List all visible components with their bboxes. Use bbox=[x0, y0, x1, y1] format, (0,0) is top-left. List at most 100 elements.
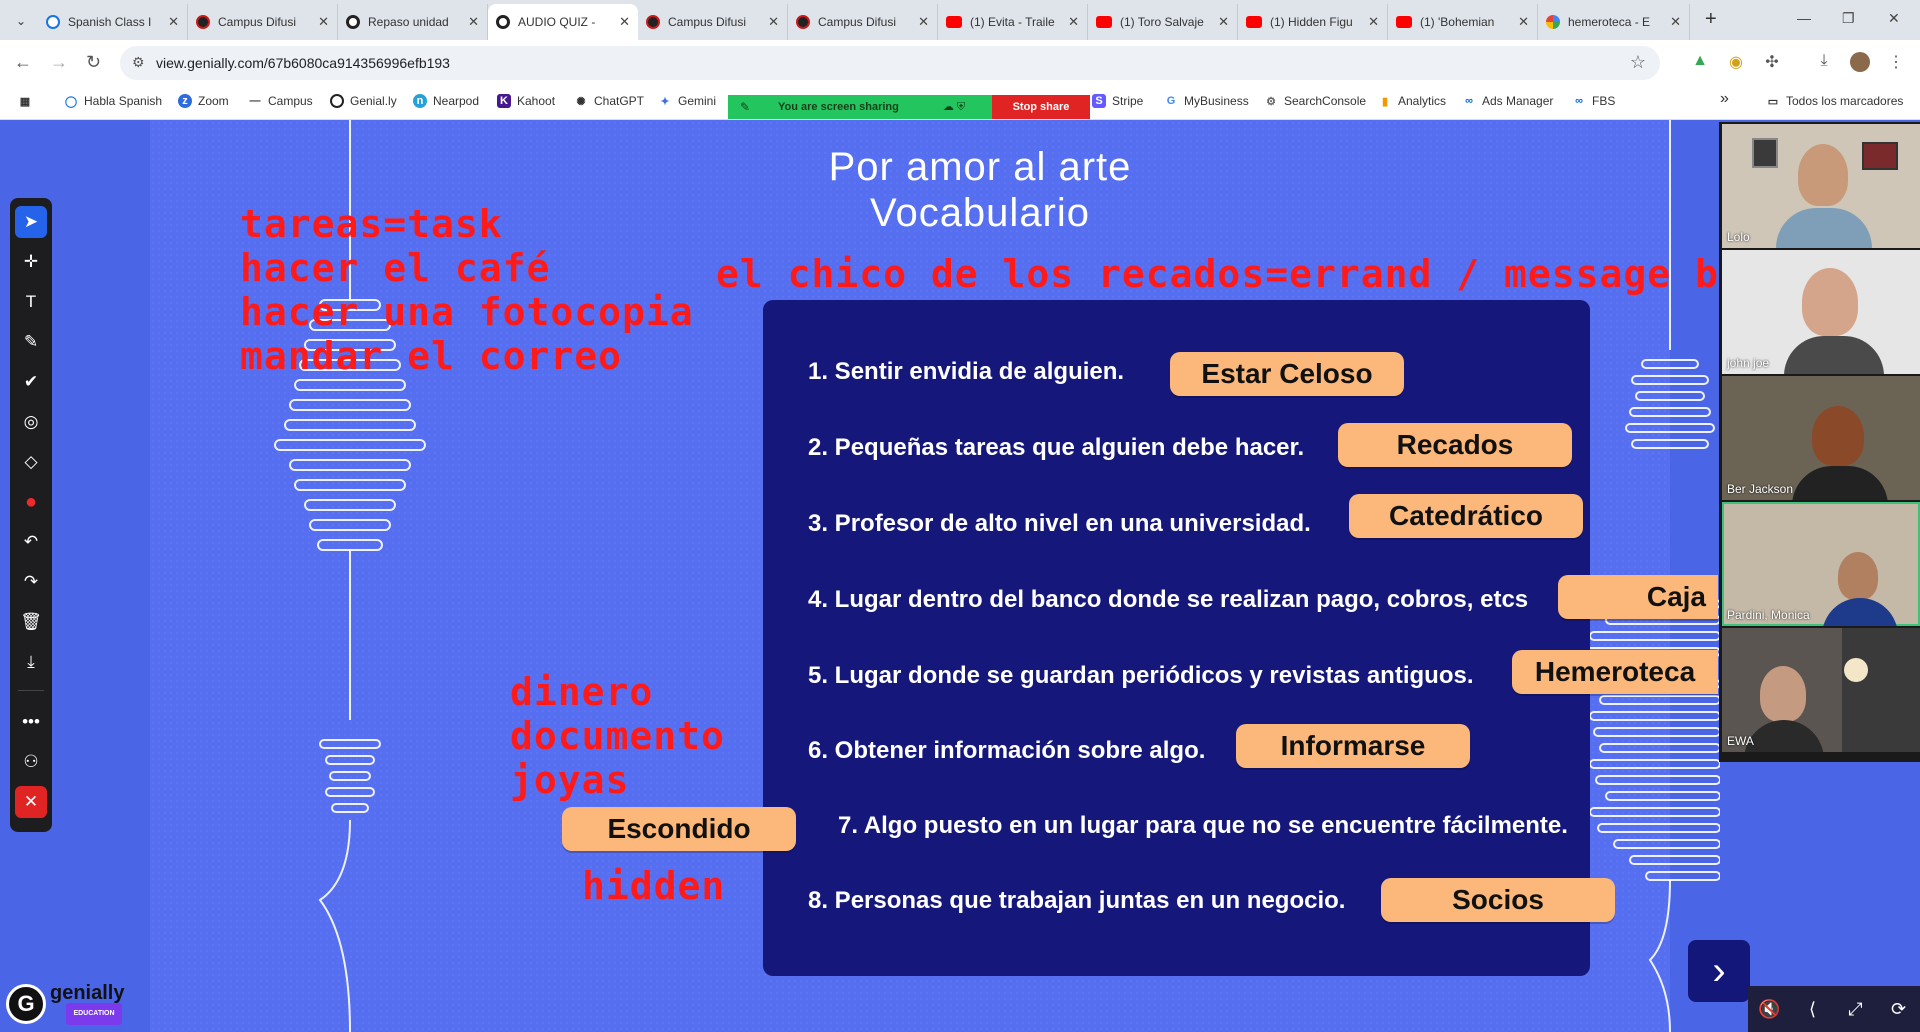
google-drive-icon[interactable]: ▲ bbox=[1690, 52, 1710, 72]
mute-audio-icon[interactable]: 🔇 bbox=[1755, 999, 1785, 1020]
tab-close-icon[interactable]: ✕ bbox=[468, 14, 479, 30]
answer-chip-catedratico[interactable]: Catedrático bbox=[1349, 494, 1583, 538]
bookmark-item[interactable]: G MyBusiness bbox=[1164, 94, 1249, 108]
bookmarks-overflow-chevron-icon[interactable]: » bbox=[1720, 90, 1729, 108]
answer-chip-socios[interactable]: Socios bbox=[1381, 878, 1615, 922]
bookmark-item[interactable]: ∞ Ads Manager bbox=[1462, 94, 1553, 108]
tab-close-icon[interactable]: ✕ bbox=[1368, 14, 1379, 30]
url-text[interactable]: view.genially.com/67b6080ca914356996efb1… bbox=[156, 55, 450, 71]
reload-icon[interactable]: ↻ bbox=[86, 52, 101, 73]
apps-grid-icon[interactable]: ▦ bbox=[18, 94, 38, 108]
close-window-icon[interactable]: ✕ bbox=[1888, 10, 1900, 27]
bookmark-item[interactable]: z Zoom bbox=[178, 94, 229, 108]
tab-close-icon[interactable]: ✕ bbox=[1518, 14, 1529, 30]
bookmark-item[interactable]: — Campus bbox=[248, 94, 313, 108]
answer-chip-recados[interactable]: Recados bbox=[1338, 423, 1572, 467]
pointer-tool-icon[interactable]: ➤ bbox=[15, 206, 47, 238]
drag-handle-icon[interactable]: ✎ bbox=[740, 100, 750, 114]
download-icon[interactable]: ⤓ bbox=[15, 646, 47, 678]
bookmark-item[interactable]: K Kahoot bbox=[497, 94, 555, 108]
tab-close-icon[interactable]: ✕ bbox=[918, 14, 929, 30]
presentation-controls: 🔇 ⟨ ⤢ ⟳ bbox=[1748, 986, 1920, 1032]
participant-body bbox=[1744, 720, 1824, 752]
all-bookmarks-folder[interactable]: ▭ Todos los marcadores bbox=[1766, 94, 1904, 108]
back-arrow-icon[interactable]: ← bbox=[14, 52, 32, 73]
text-tool-icon[interactable]: T bbox=[15, 286, 47, 318]
browser-menu-icon[interactable]: ⋮ bbox=[1886, 52, 1906, 72]
tab-close-icon[interactable]: ✕ bbox=[1670, 14, 1681, 30]
bookmark-item[interactable]: ▮ Analytics bbox=[1378, 94, 1446, 108]
more-options-icon[interactable]: ••• bbox=[15, 706, 47, 738]
answer-chip-informarse[interactable]: Informarse bbox=[1236, 724, 1470, 768]
participant-body bbox=[1784, 336, 1884, 374]
tab-item[interactable]: (1) 'Bohemian ✕ bbox=[1388, 4, 1538, 40]
tab-item-active[interactable]: AUDIO QUIZ - ✕ bbox=[488, 4, 638, 40]
answer-chip-hemeroteca[interactable]: Hemeroteca bbox=[1512, 650, 1718, 694]
next-slide-button[interactable]: › bbox=[1688, 940, 1750, 1002]
participant-tile[interactable]: Ber Jackson bbox=[1722, 376, 1920, 500]
tab-item[interactable]: Campus Difusi ✕ bbox=[638, 4, 788, 40]
answer-chip-estar-celoso[interactable]: Estar Celoso bbox=[1170, 352, 1404, 396]
downloads-icon[interactable]: ⤓ bbox=[1814, 52, 1834, 72]
answer-chip-caja[interactable]: Caja bbox=[1558, 575, 1718, 619]
eraser-tool-icon[interactable]: ◇ bbox=[15, 446, 47, 478]
user-settings-icon[interactable]: ⚇ bbox=[15, 746, 47, 778]
fullscreen-icon[interactable]: ⤢ bbox=[1841, 999, 1871, 1020]
tab-close-icon[interactable]: ✕ bbox=[168, 14, 179, 30]
apps-grid-icon: ▦ bbox=[19, 95, 31, 108]
refresh-icon[interactable]: ⟳ bbox=[1884, 999, 1914, 1020]
question-6: 6. Obtener información sobre algo. bbox=[808, 737, 1206, 764]
tab-close-icon[interactable]: ✕ bbox=[619, 14, 630, 30]
undo-icon[interactable]: ↶ bbox=[15, 526, 47, 558]
tab-item[interactable]: Campus Difusi ✕ bbox=[788, 4, 938, 40]
tab-close-icon[interactable]: ✕ bbox=[1218, 14, 1229, 30]
color-picker-icon[interactable]: ● bbox=[15, 486, 47, 518]
forward-arrow-icon[interactable]: → bbox=[50, 52, 68, 73]
spotlight-tool-icon[interactable]: ◎ bbox=[15, 406, 47, 438]
close-toolbar-icon[interactable]: ✕ bbox=[15, 786, 47, 818]
bookmark-item[interactable]: ✦ Gemini bbox=[658, 94, 716, 108]
url-bar[interactable]: ⚙ view.genially.com/67b6080ca914356996ef… bbox=[120, 46, 1660, 80]
tab-item[interactable]: Campus Difusi ✕ bbox=[188, 4, 338, 40]
tab-close-icon[interactable]: ✕ bbox=[768, 14, 779, 30]
tab-item[interactable]: hemeroteca - E ✕ bbox=[1538, 4, 1690, 40]
extensions-puzzle-icon[interactable]: ✣ bbox=[1762, 52, 1782, 72]
share-icon[interactable]: ⟨ bbox=[1798, 999, 1828, 1020]
participant-tile[interactable]: EWA bbox=[1722, 628, 1920, 752]
tab-search-chevron-icon[interactable]: ⌄ bbox=[8, 8, 34, 34]
tab-close-icon[interactable]: ✕ bbox=[318, 14, 329, 30]
bookmark-item[interactable]: n Nearpod bbox=[413, 94, 479, 108]
tab-label: Spanish Class I bbox=[68, 15, 152, 29]
site-info-icon[interactable]: ⚙ bbox=[132, 54, 145, 71]
redo-icon[interactable]: ↷ bbox=[15, 566, 47, 598]
trash-icon[interactable]: 🗑 bbox=[15, 606, 47, 638]
bookmark-star-icon[interactable]: ☆ bbox=[1630, 52, 1646, 73]
stop-share-button[interactable]: Stop share bbox=[992, 95, 1090, 119]
participant-tile[interactable]: john joe bbox=[1722, 250, 1920, 374]
tab-item[interactable]: Repaso unidad ✕ bbox=[338, 4, 488, 40]
genially-logo[interactable]: G genially EDUCATION bbox=[6, 982, 124, 1026]
move-tool-icon[interactable]: ✛ bbox=[15, 246, 47, 278]
answer-chip-escondido[interactable]: Escondido bbox=[562, 807, 796, 851]
minimize-window-icon[interactable]: — bbox=[1797, 10, 1811, 26]
tab-item[interactable]: (1) Hidden Figu ✕ bbox=[1238, 4, 1388, 40]
participant-tile-speaking[interactable]: Pardini, Monica bbox=[1722, 502, 1920, 626]
checkmark-tool-icon[interactable]: ✔ bbox=[15, 366, 47, 398]
new-tab-plus-icon[interactable]: + bbox=[1705, 8, 1717, 31]
bookmark-item[interactable]: S Stripe bbox=[1092, 94, 1143, 108]
pen-tool-icon[interactable]: ✎ bbox=[15, 326, 47, 358]
tab-item[interactable]: (1) Toro Salvaje ✕ bbox=[1088, 4, 1238, 40]
tab-close-icon[interactable]: ✕ bbox=[1068, 14, 1079, 30]
extension-shield-icon[interactable]: ◉ bbox=[1726, 52, 1746, 72]
profile-avatar-icon[interactable] bbox=[1850, 52, 1870, 72]
restore-window-icon[interactable]: ❐ bbox=[1842, 10, 1855, 27]
tab-item[interactable]: Spanish Class I ✕ bbox=[38, 4, 188, 40]
bookmark-item[interactable]: ✺ ChatGPT bbox=[574, 94, 644, 108]
bookmark-item[interactable]: ∞ FBS bbox=[1572, 94, 1615, 108]
participant-tile[interactable]: Lolo bbox=[1722, 124, 1920, 248]
bookmark-item[interactable]: ⚙ SearchConsole bbox=[1264, 94, 1366, 108]
tab-label: (1) Hidden Figu bbox=[1270, 15, 1353, 29]
tab-item[interactable]: (1) Evita - Traile ✕ bbox=[938, 4, 1088, 40]
bookmark-item[interactable]: Genial.ly bbox=[330, 94, 397, 108]
bookmark-item[interactable]: ◯ Habla Spanish bbox=[64, 94, 162, 108]
